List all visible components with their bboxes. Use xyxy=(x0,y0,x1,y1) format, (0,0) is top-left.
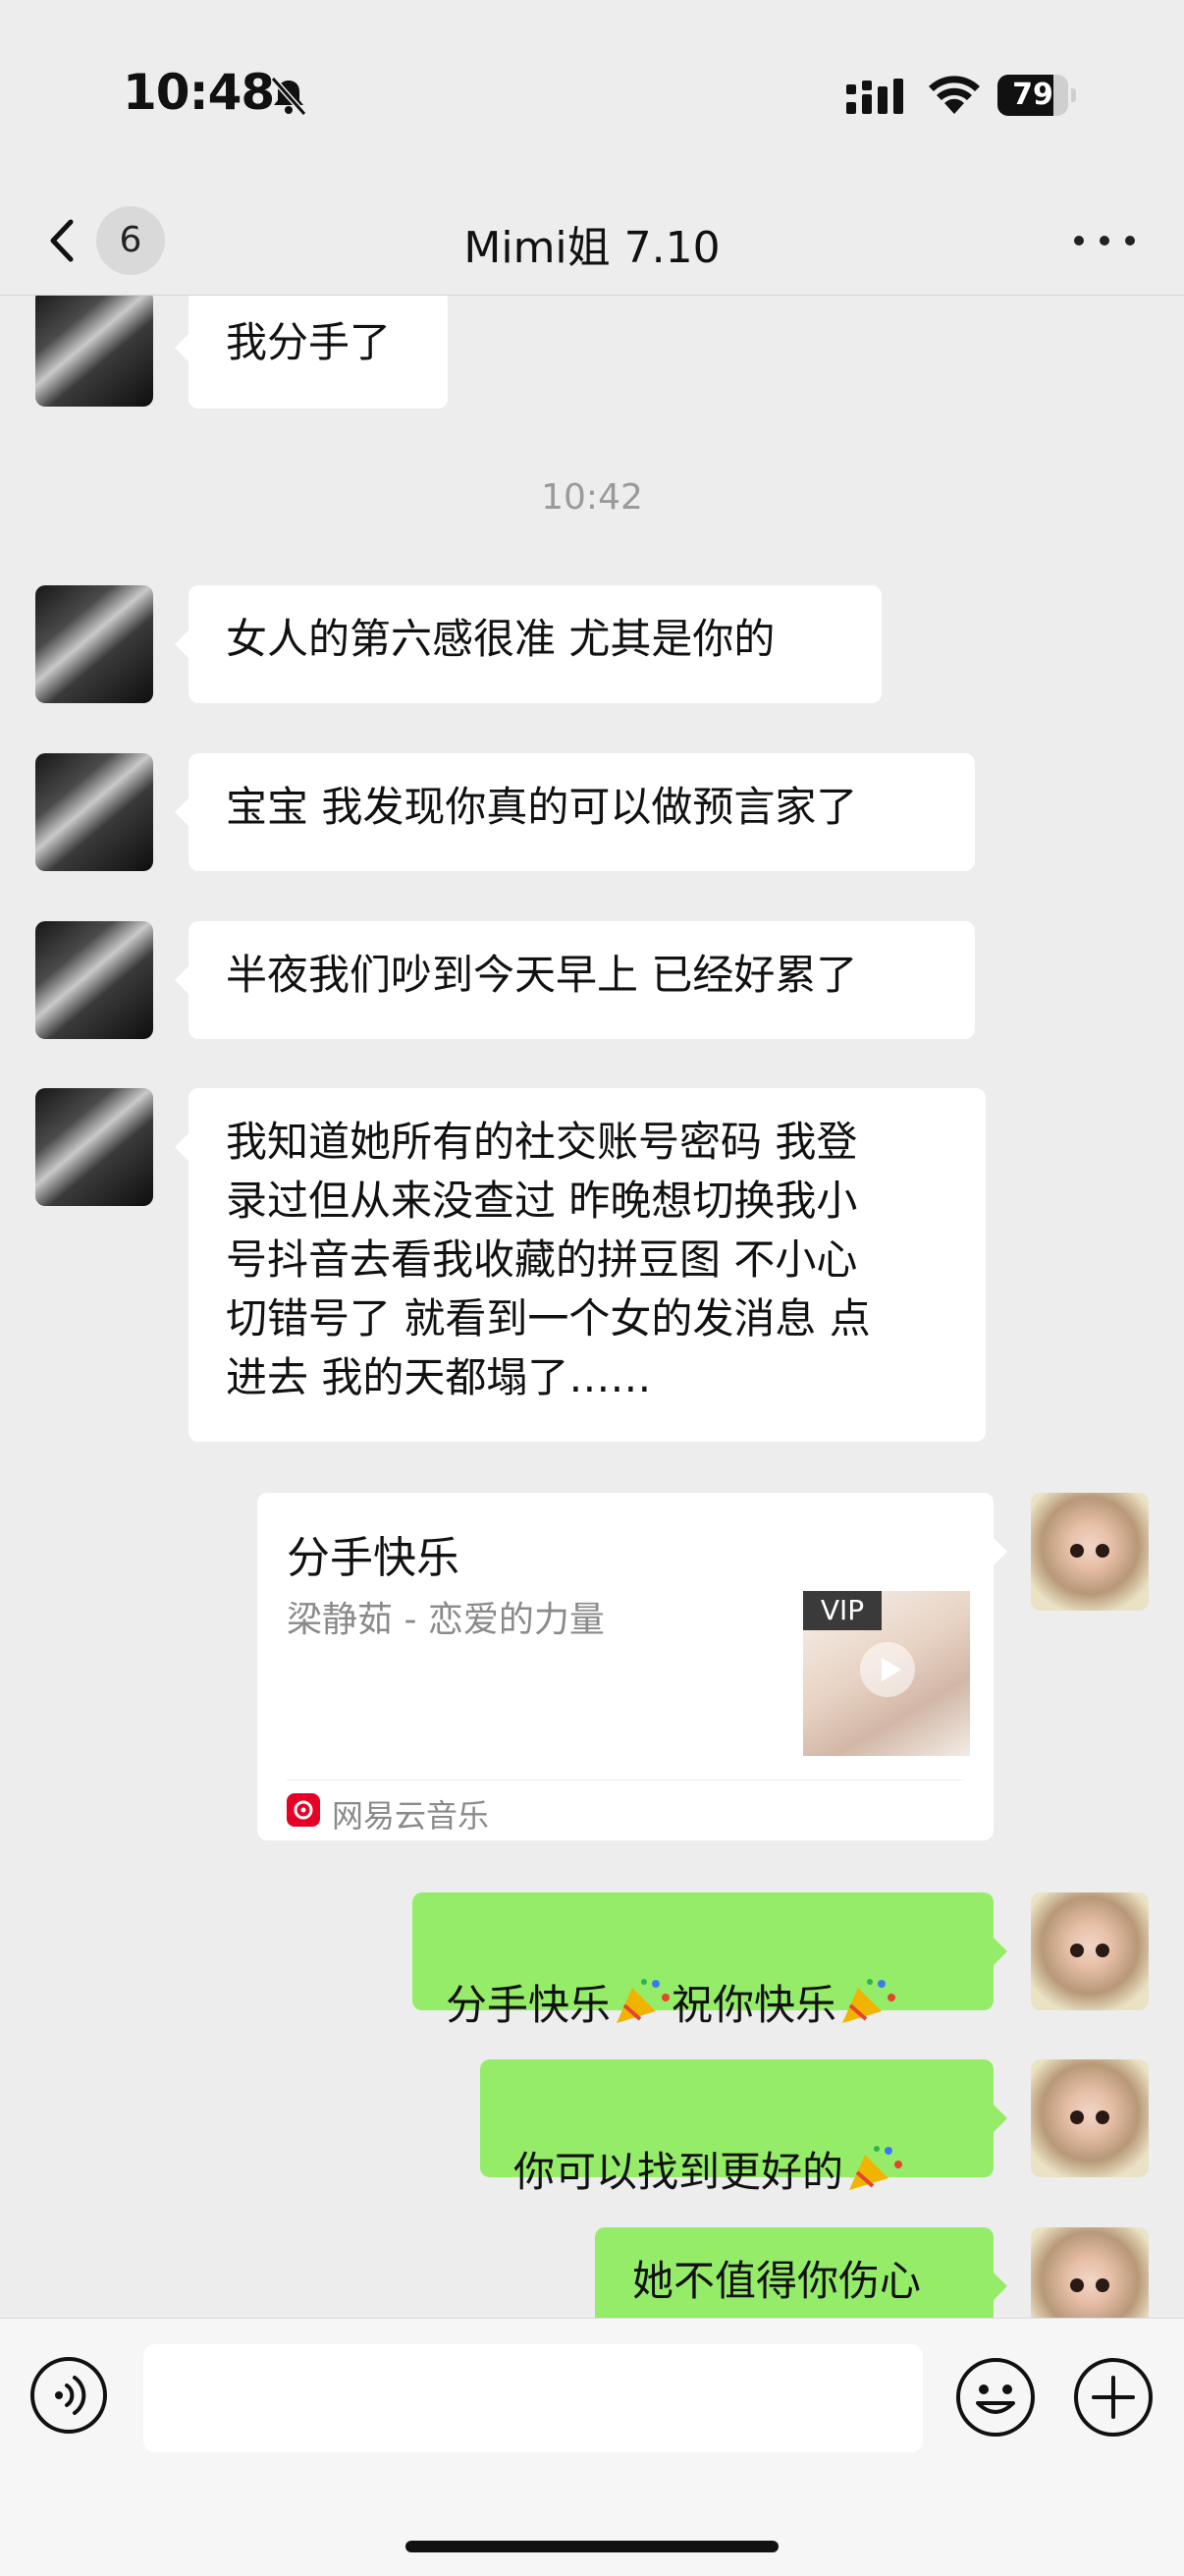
message-text: 你可以找到更好的 xyxy=(513,2148,844,2196)
chat-header: 6 Mimi姐 7.10 xyxy=(0,187,1184,296)
music-title: 分手快乐 xyxy=(287,1533,459,1583)
plus-circle-icon[interactable] xyxy=(1072,2356,1155,2439)
my-avatar[interactable] xyxy=(1031,1493,1149,1611)
play-icon xyxy=(860,1642,915,1697)
input-bar xyxy=(0,2318,1184,2576)
message-text: 祝你快乐 xyxy=(672,1981,837,2029)
music-source-label: 网易云音乐 xyxy=(332,1797,490,1835)
music-share-card[interactable]: 分手快乐 梁静茹 - 恋爱的力量 VIP 网易云音乐 xyxy=(257,1493,1007,1840)
message-text: 分手快乐 xyxy=(446,1981,612,2029)
outgoing-message-bubble[interactable]: 你可以找到更好的 xyxy=(480,2059,1007,2196)
party-popper-icon xyxy=(617,1979,671,2023)
status-bar: 10:48 79 xyxy=(0,0,1184,187)
party-popper-icon xyxy=(842,1979,896,2023)
contact-avatar[interactable] xyxy=(35,753,153,871)
incoming-message-bubble[interactable]: 半夜我们吵到今天早上 已经好累了 xyxy=(175,921,975,1039)
my-avatar[interactable] xyxy=(1031,2059,1149,2177)
vip-badge: VIP xyxy=(803,1591,882,1630)
contact-avatar[interactable] xyxy=(35,585,153,703)
outgoing-message-bubble[interactable]: 分手快乐 祝你快乐 xyxy=(412,1892,1007,2029)
smiley-icon[interactable] xyxy=(954,2356,1037,2439)
message-timestamp: 10:42 xyxy=(541,477,643,518)
incoming-message-bubble[interactable]: 我知道她所有的社交账号密码 我登 录过但从来没查过 昨晚想切换我小 号抖音去看我… xyxy=(175,1088,986,1442)
status-time: 10:48 xyxy=(123,64,275,121)
voice-icon[interactable] xyxy=(29,2356,108,2435)
wifi-icon xyxy=(929,76,980,114)
music-artist: 梁静茹 - 恋爱的力量 xyxy=(287,1600,605,1640)
message-input[interactable] xyxy=(143,2344,923,2452)
party-popper-icon xyxy=(849,2146,903,2190)
home-indicator xyxy=(405,2541,779,2552)
contact-avatar[interactable] xyxy=(35,295,153,407)
chat-title: Mimi姐 7.10 xyxy=(463,223,721,273)
netease-music-icon xyxy=(287,1793,320,1827)
signal-icon xyxy=(846,79,903,114)
incoming-message-bubble[interactable]: 我分手了 xyxy=(175,295,448,409)
incoming-message-bubble[interactable]: 女人的第六感很准 尤其是你的 xyxy=(175,585,882,703)
incoming-message-bubble[interactable]: 宝宝 我发现你真的可以做预言家了 xyxy=(175,753,975,871)
outgoing-message-bubble[interactable]: 她不值得你伤心 xyxy=(595,2227,1007,2318)
battery-icon: 79 xyxy=(997,75,1076,116)
my-avatar[interactable] xyxy=(1031,2227,1149,2318)
contact-avatar[interactable] xyxy=(35,921,153,1039)
ellipsis-icon xyxy=(1074,236,1084,246)
my-avatar[interactable] xyxy=(1031,1892,1149,2010)
contact-avatar[interactable] xyxy=(35,1088,153,1206)
album-cover: VIP xyxy=(803,1591,970,1756)
battery-percent: 79 xyxy=(1012,78,1053,112)
more-options-button[interactable] xyxy=(1070,220,1139,259)
bell-slash-icon xyxy=(270,77,307,116)
message-list[interactable]: 我分手了 10:42 女人的第六感很准 尤其是你的 宝宝 我发现你真的可以做预言… xyxy=(0,295,1184,2318)
